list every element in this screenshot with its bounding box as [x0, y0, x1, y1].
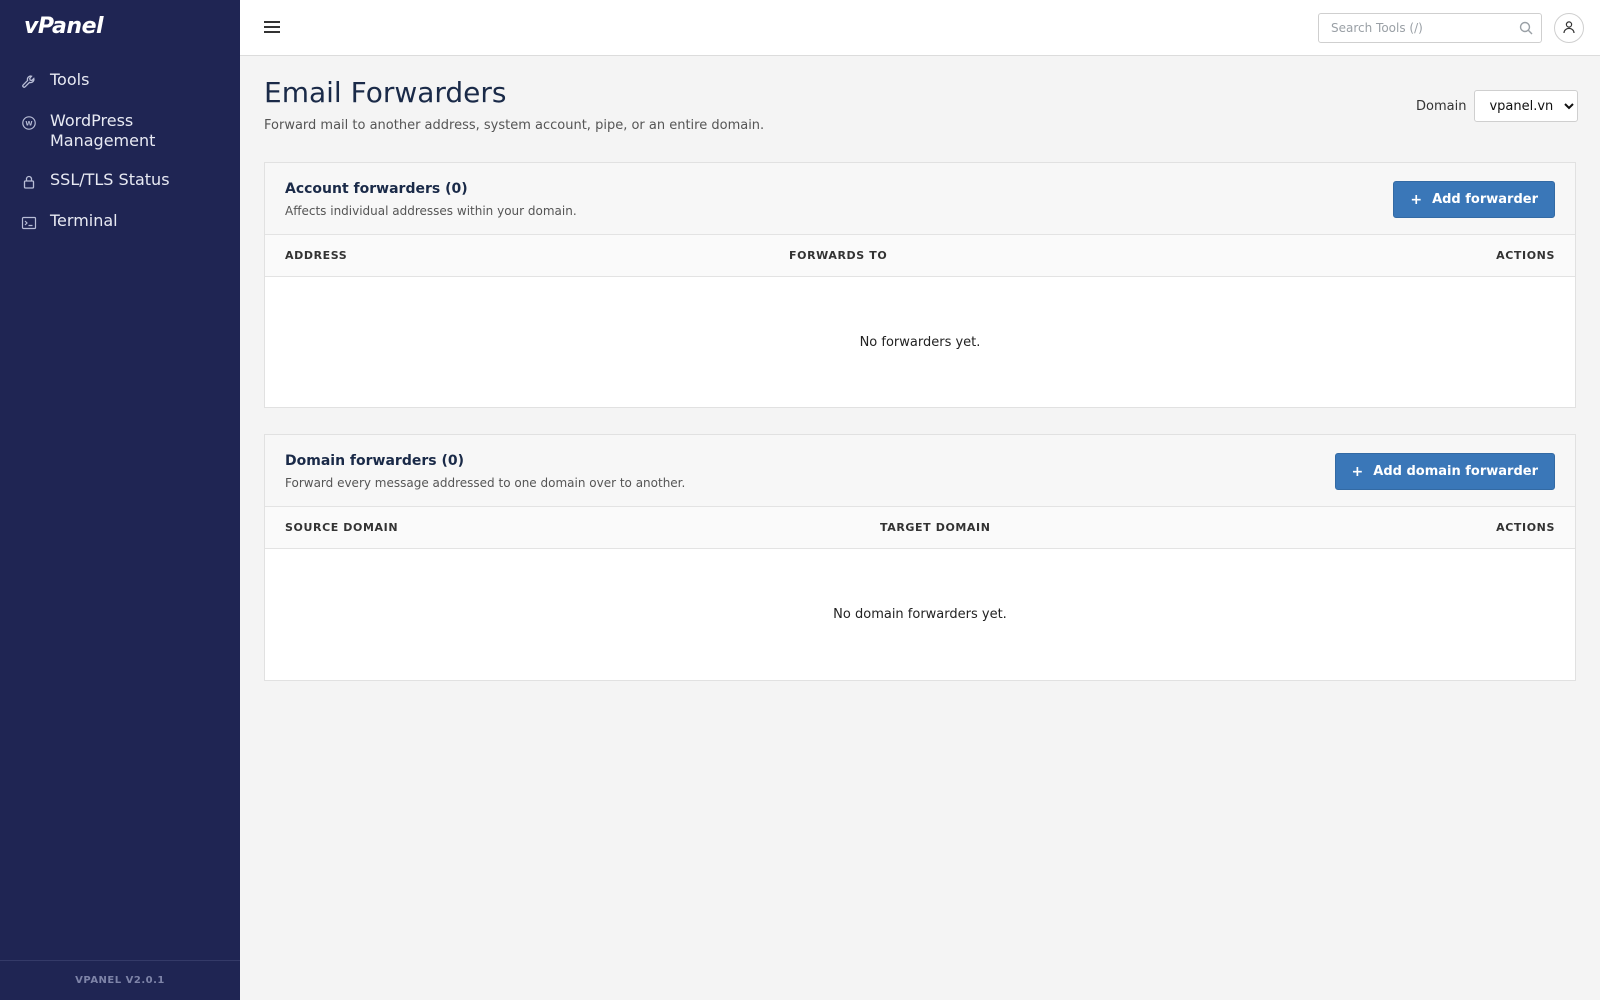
search-box: [1318, 13, 1542, 43]
empty-state: No forwarders yet.: [859, 334, 981, 350]
sidebar-item-label: WordPress Management: [50, 111, 156, 150]
column-header-actions: ACTIONS: [1496, 249, 1555, 262]
button-label: Add domain forwarder: [1373, 464, 1538, 479]
domain-select[interactable]: vpanel.vn: [1474, 90, 1579, 122]
sidebar-nav: Tools W WordPress Management SSL/TLS Sta…: [0, 64, 240, 232]
sidebar-item-label: Terminal: [50, 211, 118, 230]
card-description: Forward every message addressed to one d…: [285, 476, 686, 490]
sidebar-item-label: SSL/TLS Status: [50, 170, 170, 189]
svg-text:W: W: [25, 120, 32, 128]
sidebar-item-terminal[interactable]: Terminal: [0, 211, 240, 232]
wrench-icon: [20, 73, 38, 91]
card-title: Account forwarders (0): [285, 181, 468, 197]
card-title: Domain forwarders (0): [285, 453, 464, 469]
domain-forwarders-card: Domain forwarders (0) Forward every mess…: [264, 434, 1576, 681]
column-header-actions: ACTIONS: [1496, 521, 1555, 534]
page-title: Email Forwarders: [264, 76, 507, 109]
column-header-forwards-to: FORWARDS TO: [789, 249, 888, 262]
vpanel-logo[interactable]: vPanel: [24, 14, 104, 39]
domain-picker: Domain vpanel.vn: [1416, 90, 1579, 122]
column-header-address: ADDRESS: [285, 249, 348, 262]
user-menu-button[interactable]: [1554, 13, 1584, 43]
button-label: Add forwarder: [1432, 192, 1538, 207]
wordpress-icon: W: [20, 114, 38, 132]
sidebar-item-tools[interactable]: Tools: [0, 70, 240, 91]
empty-state: No domain forwarders yet.: [833, 606, 1007, 622]
topbar: [240, 0, 1600, 56]
sidebar: vPanel Tools W WordPress Management SSL/…: [0, 0, 240, 1000]
sidebar-item-ssl-tls-status[interactable]: SSL/TLS Status: [0, 170, 240, 191]
card-description: Affects individual addresses within your…: [285, 204, 577, 218]
user-icon: [1562, 19, 1576, 38]
domain-label: Domain: [1416, 98, 1467, 114]
table-header: ADDRESS FORWARDS TO ACTIONS: [265, 235, 1575, 277]
terminal-icon: [20, 214, 38, 232]
account-forwarders-card: Account forwarders (0) Affects individua…: [264, 162, 1576, 408]
column-header-source-domain: SOURCE DOMAIN: [285, 521, 399, 534]
add-domain-forwarder-button[interactable]: + Add domain forwarder: [1334, 453, 1555, 490]
card-header: Domain forwarders (0) Forward every mess…: [265, 435, 1575, 507]
sidebar-item-wordpress-management[interactable]: W WordPress Management: [0, 111, 240, 151]
column-header-target-domain: TARGET DOMAIN: [880, 521, 991, 534]
hamburger-menu-icon[interactable]: [264, 18, 282, 36]
card-header: Account forwarders (0) Affects individua…: [265, 163, 1575, 235]
page-subtitle: Forward mail to another address, system …: [264, 118, 765, 133]
plus-icon: +: [1410, 191, 1423, 208]
add-forwarder-button[interactable]: + Add forwarder: [1393, 181, 1555, 218]
search-icon[interactable]: [1518, 20, 1534, 36]
lock-icon: [20, 173, 38, 191]
table-header: SOURCE DOMAIN TARGET DOMAIN ACTIONS: [265, 507, 1575, 549]
version-label: VPANEL V2.0.1: [0, 960, 240, 1000]
plus-icon: +: [1351, 463, 1364, 480]
sidebar-item-label: Tools: [50, 70, 90, 89]
search-input[interactable]: [1319, 14, 1509, 42]
